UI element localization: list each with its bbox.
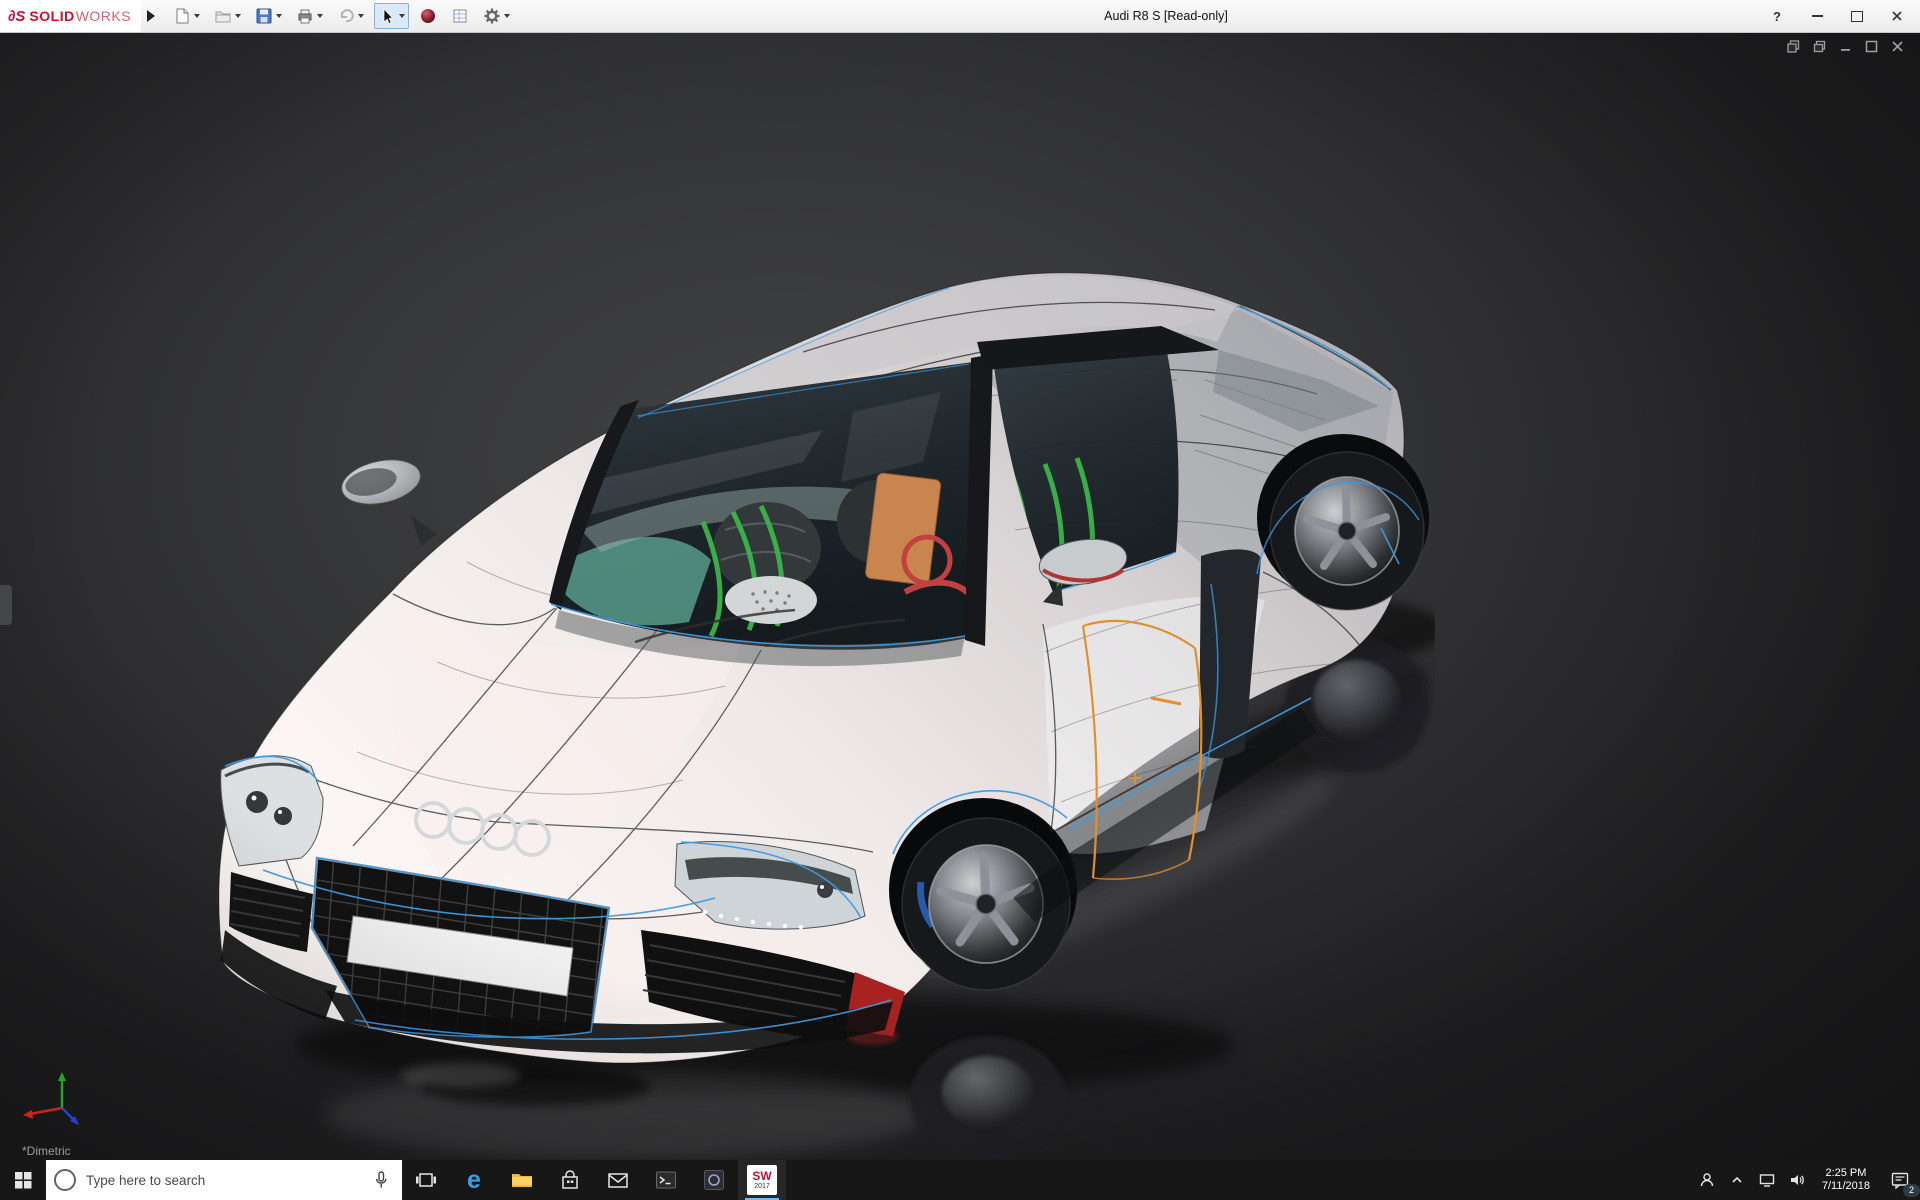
dropdown-caret-icon — [358, 14, 365, 18]
new-document-icon — [176, 8, 189, 24]
document-title: Audi R8 S [Read-only] — [1104, 9, 1228, 23]
file-explorer-icon — [512, 1174, 532, 1187]
solidworks-logo: ∂S SOLID WORKS — [0, 0, 142, 32]
edge-browser-button[interactable]: e — [450, 1160, 498, 1200]
close-button[interactable] — [1884, 4, 1910, 28]
rear-wheel — [1269, 451, 1425, 611]
dark-app-button[interactable] — [690, 1160, 738, 1200]
minimize-icon — [1811, 15, 1823, 17]
file-explorer-button[interactable] — [498, 1160, 546, 1200]
car-model-render — [218, 272, 1435, 1160]
save-floppy-icon — [256, 8, 272, 24]
dropdown-caret-icon — [399, 14, 406, 18]
taskbar-clock[interactable]: 2:25 PM 7/11/2018 — [1812, 1160, 1880, 1200]
left-side-mirror — [341, 459, 437, 546]
gear-icon — [484, 8, 500, 24]
volume-icon[interactable] — [1782, 1160, 1812, 1200]
maximize-icon — [1851, 10, 1863, 22]
undo-icon — [340, 9, 354, 23]
search-input[interactable] — [84, 1171, 360, 1189]
graphics-area-3d[interactable]: *Dimetric — [0, 32, 1920, 1160]
print-icon — [298, 9, 312, 24]
open-folder-icon — [215, 11, 231, 23]
task-view-icon — [416, 1173, 436, 1187]
select-tool-button[interactable] — [374, 3, 410, 29]
network-icon[interactable] — [1752, 1160, 1782, 1200]
left-headlight — [220, 755, 324, 867]
cascade-windows-button[interactable] — [1787, 40, 1800, 53]
quick-access-toolbar — [169, 3, 514, 29]
help-button[interactable]: ? — [1764, 4, 1790, 28]
mail-envelope-icon — [608, 1173, 628, 1188]
new-document-button[interactable] — [169, 3, 204, 29]
dropdown-caret-icon — [504, 14, 511, 18]
clock-time: 2:25 PM — [1825, 1167, 1867, 1179]
dropdown-caret-icon — [276, 14, 283, 18]
maximize-document-button[interactable] — [1865, 40, 1878, 53]
hidden-icons-chevron[interactable] — [1722, 1160, 1752, 1200]
solidworks-taskbar-button[interactable]: SW 2017 — [738, 1160, 786, 1200]
task-view-button[interactable] — [402, 1160, 450, 1200]
maximize-button[interactable] — [1844, 4, 1870, 28]
titlebar: ∂S SOLID WORKS Audi R8 S [Read-only] ? — [0, 0, 1920, 33]
windows-taskbar: e SW 2017 — [0, 1160, 1920, 1200]
orientation-triad-icon — [23, 1072, 79, 1125]
people-tray-icon[interactable] — [1692, 1160, 1722, 1200]
start-button[interactable] — [0, 1160, 46, 1200]
options-button[interactable] — [479, 3, 514, 29]
dropdown-caret-icon — [235, 14, 242, 18]
solidworks-app-icon: SW 2017 — [747, 1165, 777, 1195]
open-button[interactable] — [210, 3, 245, 29]
notification-count-badge: 2 — [1903, 1184, 1920, 1197]
action-center-button[interactable]: 2 — [1880, 1160, 1920, 1200]
store-bag-icon — [562, 1170, 578, 1189]
windows-logo-icon — [14, 1171, 31, 1188]
select-cursor-icon — [383, 8, 394, 24]
search-box[interactable] — [46, 1160, 402, 1200]
microphone-icon[interactable] — [368, 1170, 394, 1190]
restore-window-button[interactable] — [1813, 40, 1826, 53]
store-button[interactable] — [546, 1160, 594, 1200]
undo-button[interactable] — [333, 3, 368, 29]
dropdown-caret-icon — [317, 14, 324, 18]
render-sphere-button[interactable] — [415, 3, 441, 29]
ds-logo-mark: ∂S — [8, 7, 26, 25]
command-prompt-button[interactable] — [642, 1160, 690, 1200]
minimize-document-button[interactable] — [1839, 40, 1852, 53]
close-document-button[interactable] — [1891, 40, 1904, 53]
dropdown-caret-icon — [194, 14, 201, 18]
clock-date: 7/11/2018 — [1821, 1180, 1870, 1192]
minimize-button[interactable] — [1804, 4, 1830, 28]
menu-flyout-arrow-icon[interactable] — [147, 10, 156, 22]
command-prompt-icon — [656, 1171, 676, 1189]
close-icon — [1892, 11, 1902, 21]
cortana-icon[interactable] — [54, 1169, 76, 1191]
dark-app-icon — [704, 1170, 724, 1190]
mdi-window-controls — [1787, 40, 1904, 53]
save-button[interactable] — [251, 3, 286, 29]
render-sphere-icon — [421, 9, 436, 23]
collapsed-pane-expander[interactable] — [0, 585, 12, 625]
mail-button[interactable] — [594, 1160, 642, 1200]
view-orientation-label: *Dimetric — [22, 1144, 71, 1158]
edge-icon: e — [467, 1165, 481, 1194]
window-controls: ? — [1764, 4, 1920, 28]
drawing-sheet-button[interactable] — [447, 3, 473, 29]
drawing-sheet-icon — [453, 9, 467, 23]
print-button[interactable] — [292, 3, 327, 29]
